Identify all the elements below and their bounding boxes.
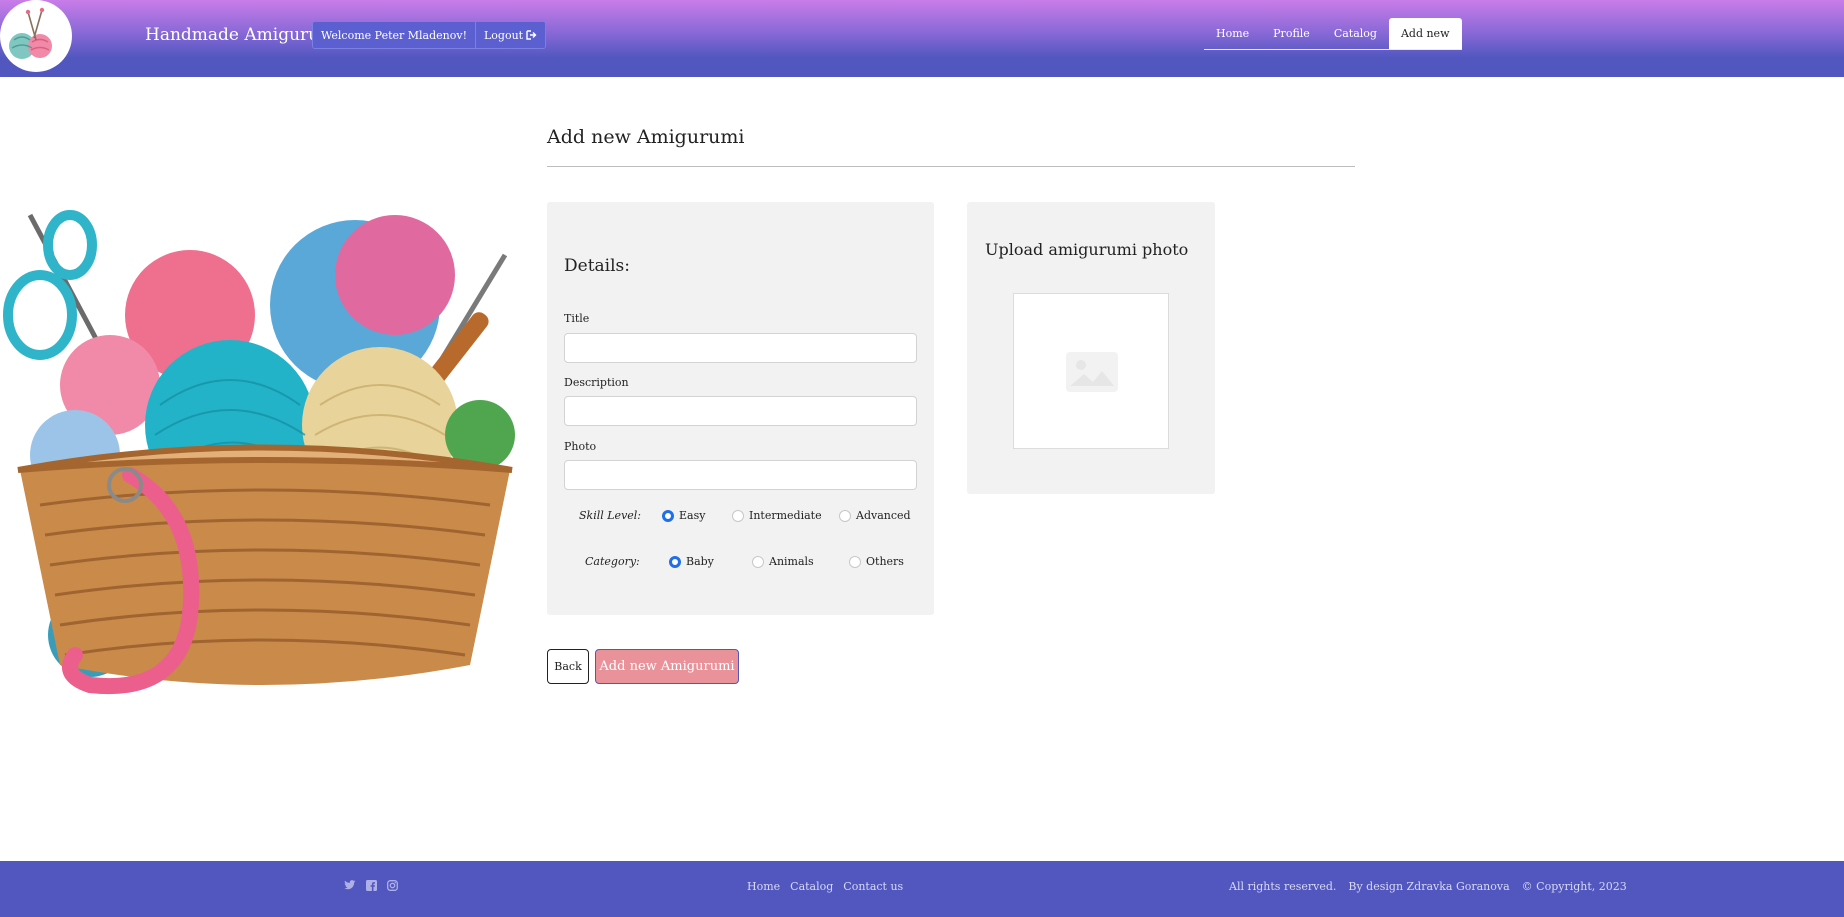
footer-links: Home Catalog Contact us — [747, 880, 903, 893]
facebook-icon[interactable] — [365, 879, 377, 891]
title-label: Title — [564, 312, 590, 325]
nav-home[interactable]: Home — [1204, 18, 1261, 49]
title-input[interactable] — [564, 333, 917, 363]
footer-credits: All rights reserved. By design Zdravka G… — [1229, 880, 1627, 893]
footer-link-home[interactable]: Home — [747, 880, 780, 893]
radio-checked-icon — [662, 509, 674, 522]
photo-label: Photo — [564, 440, 597, 453]
description-input[interactable] — [564, 396, 917, 426]
social-links — [344, 879, 398, 891]
radio-unchecked-icon — [849, 555, 861, 568]
yarn-basket-illustration — [0, 195, 520, 715]
category-label: Category: — [585, 555, 640, 568]
footer-link-contact[interactable]: Contact us — [843, 880, 903, 893]
category-others-label: Others — [866, 555, 904, 568]
footer-copyright: © Copyright, 2023 — [1521, 880, 1627, 893]
nav-profile[interactable]: Profile — [1261, 18, 1322, 49]
upload-panel: Upload amigurumi photo — [967, 202, 1215, 494]
photo-input[interactable] — [564, 460, 917, 490]
skill-intermediate-radio[interactable]: Intermediate — [732, 509, 822, 522]
category-animals-label: Animals — [769, 555, 814, 568]
category-group: Category: Baby Animals Others — [547, 554, 934, 570]
nav-catalog[interactable]: Catalog — [1322, 18, 1389, 49]
skill-intermediate-label: Intermediate — [749, 509, 822, 522]
photo-preview[interactable] — [1013, 293, 1169, 449]
site-footer: Home Catalog Contact us All rights reser… — [0, 861, 1844, 917]
logout-button[interactable]: Logout — [475, 22, 546, 48]
site-header: Handmade Amigurumi Welcome Peter Mladeno… — [0, 0, 1844, 77]
skill-easy-radio[interactable]: Easy — [662, 509, 705, 522]
back-button[interactable]: Back — [547, 649, 589, 684]
category-animals-radio[interactable]: Animals — [752, 555, 814, 568]
radio-checked-icon — [669, 555, 681, 568]
details-panel: Details: Title Description Photo Skill L… — [547, 202, 934, 615]
category-baby-radio[interactable]: Baby — [669, 555, 714, 568]
radio-unchecked-icon — [752, 555, 764, 568]
welcome-button[interactable]: Welcome Peter Mladenov! — [313, 22, 475, 48]
title-divider — [547, 166, 1355, 167]
nav-add-new[interactable]: Add new — [1388, 18, 1462, 49]
upload-heading: Upload amigurumi photo — [985, 240, 1189, 259]
main-nav: Home Profile Catalog Add new — [1204, 18, 1462, 50]
footer-rights: All rights reserved. — [1229, 880, 1337, 893]
twitter-icon[interactable] — [344, 879, 356, 891]
description-label: Description — [564, 376, 629, 389]
skill-level-group: Skill Level: Easy Intermediate Advanced — [547, 508, 934, 524]
footer-link-catalog[interactable]: Catalog — [790, 880, 833, 893]
sign-out-icon — [526, 30, 537, 40]
add-amigurumi-button[interactable]: Add new Amigurumi — [595, 649, 739, 684]
user-button-group: Welcome Peter Mladenov! Logout — [312, 21, 547, 49]
radio-unchecked-icon — [732, 509, 744, 522]
skill-advanced-radio[interactable]: Advanced — [839, 509, 911, 522]
category-baby-label: Baby — [686, 555, 714, 568]
page-title: Add new Amigurumi — [547, 126, 745, 148]
skill-advanced-label: Advanced — [856, 509, 911, 522]
instagram-icon[interactable] — [386, 879, 398, 891]
logout-label: Logout — [484, 28, 524, 42]
skill-level-label: Skill Level: — [579, 509, 642, 522]
skill-easy-label: Easy — [679, 509, 706, 522]
category-others-radio[interactable]: Others — [849, 555, 904, 568]
radio-unchecked-icon — [839, 509, 851, 522]
footer-design: By design Zdravka Goranova — [1348, 880, 1510, 893]
details-heading: Details: — [564, 256, 630, 276]
yarn-logo[interactable] — [0, 0, 72, 72]
